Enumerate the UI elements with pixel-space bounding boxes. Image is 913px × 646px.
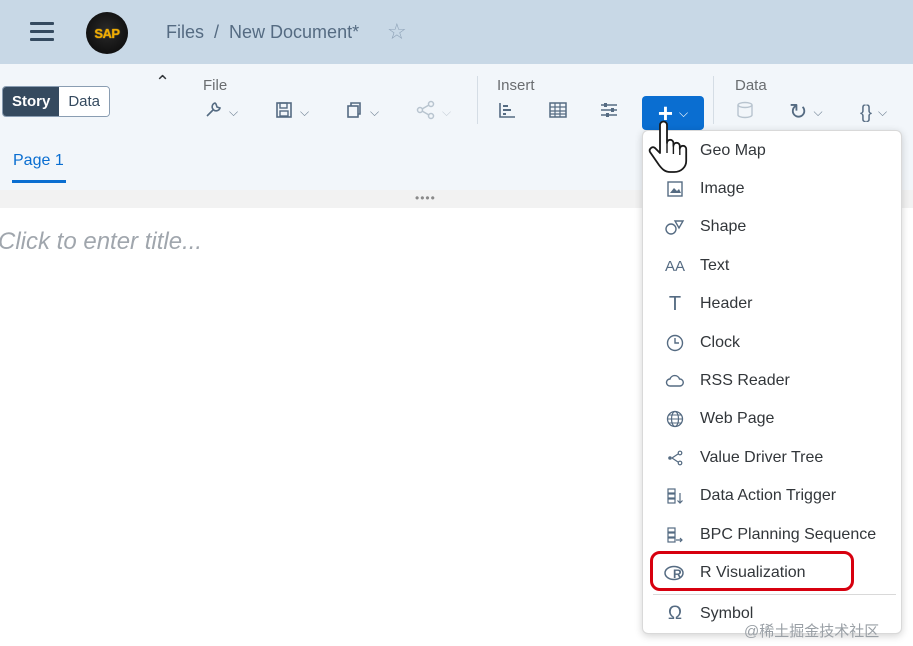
copy-icon [344, 100, 364, 125]
chevron-down-icon: ⌵ [370, 104, 380, 119]
favorite-star-icon[interactable]: ☆ [387, 19, 407, 45]
insert-table-button[interactable] [548, 100, 568, 124]
chevron-down-icon: ⌵ [878, 104, 888, 119]
hand-cursor-icon [646, 119, 690, 175]
menu-item-label: Shape [700, 218, 747, 235]
breadcrumb-document: New Document* [229, 22, 360, 42]
clock-icon [663, 331, 687, 355]
story-mode-button[interactable]: Story [3, 87, 60, 116]
breadcrumb-separator: / [214, 22, 220, 42]
menu-item-value-driver-tree[interactable]: Value Driver Tree [643, 440, 901, 476]
sliders-icon [599, 100, 619, 125]
menu-item-label: Header [700, 295, 753, 312]
group-divider [477, 76, 478, 124]
data-group-label: Data [735, 77, 767, 94]
tools-button[interactable]: ⌵ [203, 100, 238, 124]
tab-selected-indicator [12, 180, 66, 183]
grip-dots-icon: •••• [415, 191, 436, 205]
menu-icon[interactable] [30, 22, 54, 42]
breadcrumb-files[interactable]: Files [166, 22, 204, 43]
menu-item-rss-reader[interactable]: RSS Reader [643, 363, 901, 399]
file-group-label: File [203, 77, 228, 94]
menu-item-label: Geo Map [700, 142, 766, 159]
menu-item-image[interactable]: Image [643, 171, 901, 207]
chevron-down-icon: ⌵ [229, 104, 239, 119]
data-source-button[interactable] [735, 100, 755, 124]
save-button[interactable]: ⌵ [274, 100, 309, 124]
image-icon [663, 177, 687, 201]
menu-item-label: Image [700, 180, 745, 197]
highlight-annotation [650, 551, 854, 591]
insert-group-label: Insert [497, 77, 535, 94]
tab-page-1[interactable]: Page 1 [13, 152, 64, 170]
sap-logo[interactable]: SAP [86, 12, 128, 54]
menu-item-label: RSS Reader [700, 372, 790, 389]
menu-item-label: Data Action Trigger [700, 487, 837, 504]
breadcrumb: Files / New Document* [166, 22, 359, 43]
data-action-icon [663, 484, 687, 508]
braces-icon: {} [860, 101, 873, 122]
share-icon [416, 100, 436, 125]
wrench-icon [203, 100, 223, 125]
menu-item-label: Value Driver Tree [700, 449, 824, 466]
chevron-down-icon: ⌵ [442, 104, 452, 119]
shell-bar: SAP Files / New Document* ☆ [0, 0, 913, 64]
logo-text: SAP [94, 25, 120, 41]
shape-icon [663, 215, 687, 239]
group-divider [713, 76, 714, 124]
tree-icon [663, 446, 687, 470]
menu-item-data-action-trigger[interactable]: Data Action Trigger [643, 478, 901, 514]
menu-item-bpc-planning-sequence[interactable]: BPC Planning Sequence [643, 517, 901, 553]
menu-item-shape[interactable]: Shape [643, 209, 901, 245]
refresh-icon: ↻ [789, 99, 808, 124]
menu-divider [653, 594, 896, 595]
refresh-button[interactable]: ↻ ⌵ [789, 99, 823, 124]
mode-switch: Story Data [2, 86, 111, 117]
header-icon: T [668, 292, 682, 315]
collapse-toolbar-icon[interactable]: ⌃ [155, 72, 170, 93]
menu-item-clock[interactable]: Clock [643, 325, 901, 361]
insert-chart-button[interactable] [497, 100, 517, 124]
insert-filter-button[interactable] [599, 100, 619, 124]
globe-icon [663, 407, 687, 431]
menu-item-label: Text [700, 257, 730, 274]
menu-item-web-page[interactable]: Web Page [643, 401, 901, 437]
database-icon [735, 100, 755, 125]
omega-icon: Ω [667, 603, 683, 624]
copy-button[interactable]: ⌵ [344, 100, 379, 124]
formula-button[interactable]: {} ⌵ [860, 100, 887, 124]
table-icon [548, 100, 568, 125]
menu-item-text[interactable]: AA Text [643, 248, 901, 284]
menu-item-label: BPC Planning Sequence [700, 526, 877, 543]
menu-item-label: Web Page [700, 410, 775, 427]
chevron-down-icon: ⌵ [300, 104, 310, 119]
sequence-icon [663, 523, 687, 547]
title-placeholder[interactable]: Click to enter title... [0, 228, 202, 256]
text-icon: AA [664, 257, 685, 275]
save-icon [274, 100, 294, 125]
menu-item-header[interactable]: T Header [643, 286, 901, 322]
data-mode-button[interactable]: Data [59, 87, 110, 116]
cloud-icon [663, 369, 687, 393]
share-button[interactable]: ⌵ [416, 100, 451, 124]
chevron-down-icon: ⌵ [813, 104, 823, 119]
watermark: @稀土掘金技术社区 [744, 623, 880, 640]
menu-item-label: Clock [700, 334, 741, 351]
chart-icon [497, 100, 517, 125]
